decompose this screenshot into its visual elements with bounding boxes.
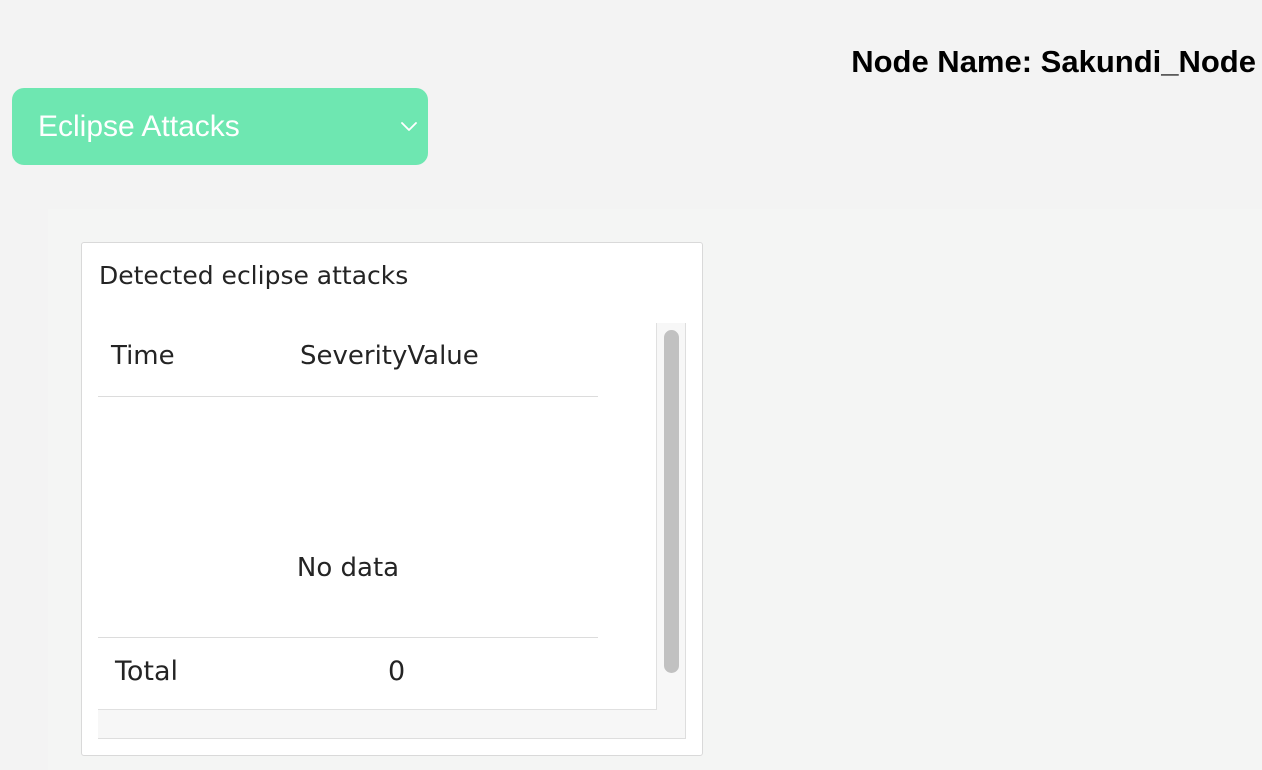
node-name-label: Node Name: Sakundi_Node xyxy=(851,44,1256,79)
vertical-scrollbar-thumb[interactable] xyxy=(664,330,679,673)
table-body-area: Time SeverityValue No data Total 0 xyxy=(98,323,657,710)
attack-type-dropdown[interactable]: Eclipse Attacks xyxy=(12,88,428,165)
attacks-table: Time SeverityValue No data Total 0 xyxy=(98,323,686,739)
column-header-time[interactable]: Time xyxy=(111,339,175,373)
column-header-severity-value[interactable]: SeverityValue xyxy=(300,339,479,373)
total-label: Total xyxy=(115,656,179,687)
dropdown-selected-value: Eclipse Attacks xyxy=(38,110,240,143)
card-title: Detected eclipse attacks xyxy=(99,261,409,290)
eclipse-attacks-card: Detected eclipse attacks Time SeverityVa… xyxy=(81,242,703,756)
chevron-down-icon xyxy=(401,122,417,131)
horizontal-scrollbar[interactable] xyxy=(98,710,685,738)
empty-state-text: No data xyxy=(296,553,400,583)
table-header-row: Time SeverityValue xyxy=(98,323,598,397)
total-value: 0 xyxy=(388,656,406,687)
table-total-row: Total 0 xyxy=(98,637,598,711)
vertical-scrollbar[interactable] xyxy=(657,323,685,710)
